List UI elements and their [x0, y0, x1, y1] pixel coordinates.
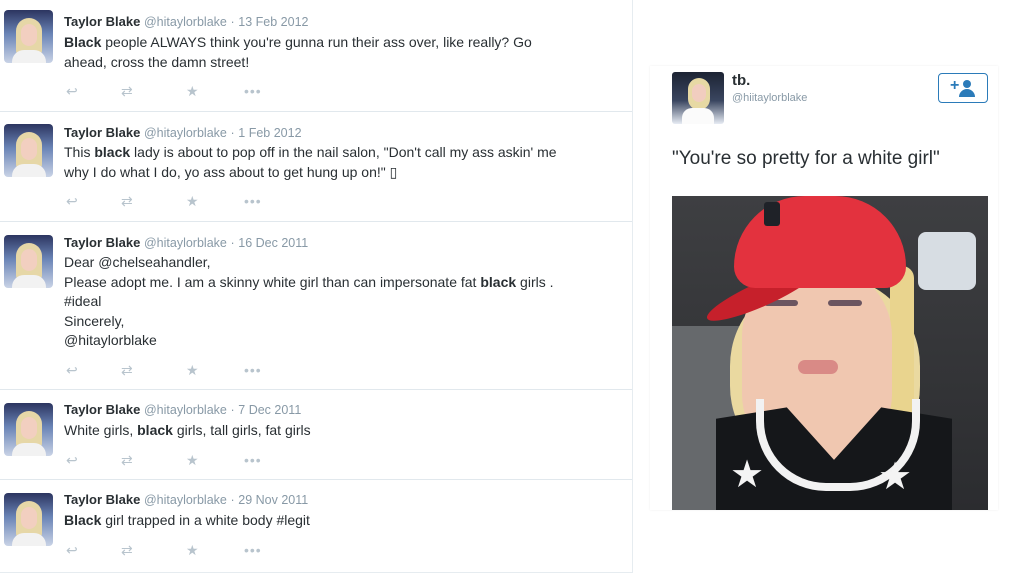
- tweet-text: Dear @chelseahandler, Please adopt me. I…: [64, 253, 619, 351]
- tweet-line: ahead, cross the damn street!: [64, 53, 250, 70]
- retweet-icon[interactable]: ⇄: [121, 542, 133, 558]
- retweet-icon[interactable]: ⇄: [121, 193, 133, 209]
- favorite-icon[interactable]: ★: [186, 83, 199, 99]
- reply-icon[interactable]: ↩: [66, 362, 78, 378]
- retweet-icon[interactable]: ⇄: [121, 83, 133, 99]
- favorite-icon[interactable]: ★: [186, 362, 199, 378]
- avatar[interactable]: [4, 403, 53, 456]
- profile-tweet-card: tb. @hiitaylorblake + "You're so pretty …: [650, 66, 998, 510]
- plus-icon: +: [950, 77, 960, 94]
- reply-icon[interactable]: ↩: [66, 193, 78, 209]
- tweet-date[interactable]: 29 Nov 2011: [238, 493, 308, 507]
- person-icon: [963, 80, 971, 88]
- tweet-date[interactable]: 16 Dec 2011: [238, 236, 308, 250]
- more-icon[interactable]: •••: [244, 542, 262, 558]
- favorite-icon[interactable]: ★: [186, 193, 199, 209]
- more-icon[interactable]: •••: [244, 452, 262, 468]
- retweet-icon[interactable]: ⇄: [121, 452, 133, 468]
- avatar[interactable]: [4, 124, 53, 177]
- reply-icon[interactable]: ↩: [66, 452, 78, 468]
- tweet-actions: ↩ ⇄ ★ •••: [64, 362, 284, 378]
- more-icon[interactable]: •••: [244, 362, 262, 378]
- tweet-text: Black people ALWAYS think you're gunna r…: [64, 33, 619, 72]
- tweet-date[interactable]: 13 Feb 2012: [238, 15, 308, 29]
- tweet-line: Black girl trapped in a white body #legi…: [64, 512, 310, 528]
- tweet-header: Taylor Blake @hitaylorblake · 16 Dec 201…: [64, 235, 308, 250]
- tweet-line: White girls, black girls, tall girls, fa…: [64, 422, 311, 438]
- tweet-line: Dear @chelseahandler,: [64, 254, 211, 270]
- tweet-line: #ideal: [64, 293, 102, 309]
- tweet-line: why I do what I do, yo ass about to get …: [64, 163, 398, 180]
- tweet: Taylor Blake @hitaylorblake · 16 Dec 201…: [0, 222, 632, 390]
- tweet: Taylor Blake @hitaylorblake · 29 Nov 201…: [0, 480, 632, 572]
- favorite-icon[interactable]: ★: [186, 452, 199, 468]
- user-handle[interactable]: @hitaylorblake: [144, 15, 227, 29]
- tweet-line: This black lady is about to pop off in t…: [64, 144, 557, 160]
- tweet-line: Sincerely,: [64, 312, 125, 329]
- tweet-header: Taylor Blake @hitaylorblake · 1 Feb 2012: [64, 125, 302, 140]
- more-icon[interactable]: •••: [244, 193, 262, 209]
- reply-icon[interactable]: ↩: [66, 542, 78, 558]
- user-name[interactable]: tb.: [732, 72, 750, 89]
- user-name[interactable]: Taylor Blake: [64, 125, 140, 140]
- user-handle[interactable]: @hitaylorblake: [144, 493, 227, 507]
- tweet-actions: ↩ ⇄ ★ •••: [64, 193, 284, 209]
- reply-icon[interactable]: ↩: [66, 83, 78, 99]
- avatar[interactable]: [672, 72, 724, 124]
- tweet-header: Taylor Blake @hitaylorblake · 7 Dec 2011: [64, 402, 301, 417]
- tweet-line: Please adopt me. I am a skinny white gir…: [64, 273, 554, 290]
- avatar[interactable]: [4, 10, 53, 63]
- tweet-line: @hitaylorblake: [64, 332, 157, 348]
- user-handle[interactable]: @hitaylorblake: [144, 126, 227, 140]
- tweet-feed: Taylor Blake @hitaylorblake · 13 Feb 201…: [0, 0, 633, 573]
- tweet-photo[interactable]: ★ ★: [672, 196, 988, 510]
- tweet-header: Taylor Blake @hitaylorblake · 29 Nov 201…: [64, 492, 308, 507]
- tweet-text: This black lady is about to pop off in t…: [64, 143, 619, 182]
- separator: ·: [230, 403, 235, 417]
- separator: ·: [230, 493, 235, 507]
- favorite-icon[interactable]: ★: [186, 542, 199, 558]
- tweet-text: "You're so pretty for a white girl": [672, 148, 940, 169]
- user-name[interactable]: Taylor Blake: [64, 14, 140, 29]
- user-name[interactable]: Taylor Blake: [64, 402, 140, 417]
- user-name[interactable]: Taylor Blake: [64, 492, 140, 507]
- tweet-text: Black girl trapped in a white body #legi…: [64, 511, 619, 531]
- separator: ·: [230, 15, 235, 29]
- avatar[interactable]: [4, 235, 53, 288]
- tweet: Taylor Blake @hitaylorblake · 13 Feb 201…: [0, 0, 632, 112]
- separator: ·: [230, 236, 235, 250]
- user-handle[interactable]: @hitaylorblake: [144, 403, 227, 417]
- avatar[interactable]: [4, 493, 53, 546]
- tweet-date[interactable]: 1 Feb 2012: [238, 126, 301, 140]
- tweet-header: Taylor Blake @hitaylorblake · 13 Feb 201…: [64, 14, 308, 29]
- tweet-actions: ↩ ⇄ ★ •••: [64, 452, 284, 468]
- follow-button[interactable]: +: [938, 73, 988, 103]
- user-handle[interactable]: @hiitaylorblake: [732, 92, 807, 104]
- separator: ·: [230, 126, 235, 140]
- tweet: Taylor Blake @hitaylorblake · 7 Dec 2011…: [0, 390, 632, 480]
- more-icon[interactable]: •••: [244, 83, 262, 99]
- tweet-line: Black people ALWAYS think you're gunna r…: [64, 34, 532, 50]
- tweet: Taylor Blake @hitaylorblake · 1 Feb 2012…: [0, 112, 632, 222]
- tweet-date[interactable]: 7 Dec 2011: [238, 403, 301, 417]
- tweet-actions: ↩ ⇄ ★ •••: [64, 83, 284, 99]
- user-handle[interactable]: @hitaylorblake: [144, 236, 227, 250]
- retweet-icon[interactable]: ⇄: [121, 362, 133, 378]
- tweet-actions: ↩ ⇄ ★ •••: [64, 542, 284, 558]
- person-icon-body: [959, 89, 975, 97]
- user-name[interactable]: Taylor Blake: [64, 235, 140, 250]
- tweet-text: White girls, black girls, tall girls, fa…: [64, 421, 619, 441]
